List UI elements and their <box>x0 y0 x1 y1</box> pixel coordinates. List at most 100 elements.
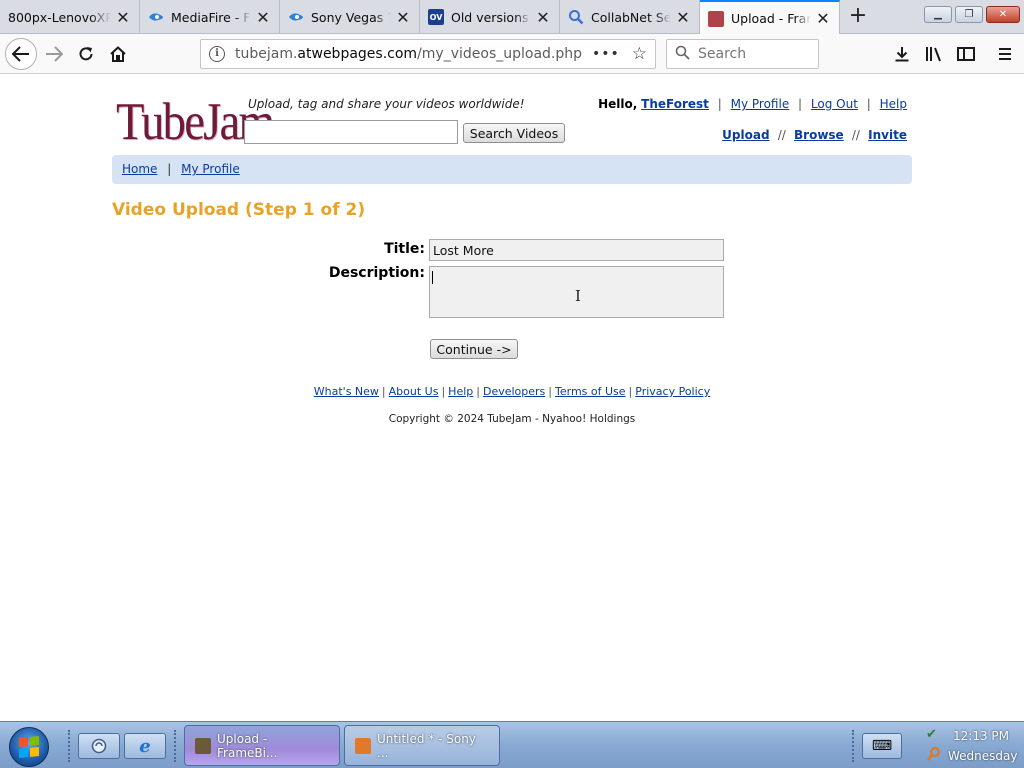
tab-label: Old versions of <box>451 9 531 25</box>
taskbar-item-label: Untitled * - Sony ... <box>377 731 476 760</box>
description-label: Description: <box>328 265 425 281</box>
username-link[interactable]: TheForest <box>641 97 709 111</box>
tab-label: CollabNet Sear <box>591 9 671 25</box>
framebit-icon <box>195 737 211 754</box>
url-text[interactable]: tubejam.atwebpages.com/my_videos_upload.… <box>235 46 592 62</box>
my-profile-link[interactable]: My Profile <box>731 97 790 111</box>
back-arrow-icon[interactable] <box>5 38 37 70</box>
separator: | <box>548 385 552 398</box>
separator: | <box>381 385 386 398</box>
tab-close-icon[interactable]: ✕ <box>675 8 691 27</box>
separator: | <box>441 385 446 398</box>
home-icon[interactable] <box>104 40 132 68</box>
url-bar[interactable]: i tubejam.atwebpages.com/my_videos_uploa… <box>200 39 656 69</box>
toolbar-grip[interactable] <box>852 730 856 762</box>
tab-label: 800px-LenovoXP7_ <box>8 9 111 25</box>
page-actions-ellipsis-icon[interactable]: ••• <box>592 46 620 62</box>
separator: | <box>167 162 172 176</box>
privacy-link[interactable]: Privacy Policy <box>635 385 710 398</box>
oldversion-icon: OV <box>428 9 444 25</box>
windows-logo-icon <box>19 735 39 759</box>
tab-upload-active[interactable]: Upload - Frame ✕ <box>700 0 840 35</box>
developers-link[interactable]: Developers <box>483 385 545 398</box>
mediafire-icon <box>288 9 304 25</box>
continue-button[interactable]: Continue -> <box>430 339 518 359</box>
taskbar-item-firefox[interactable]: Upload - FrameBi... <box>184 725 340 766</box>
url-subdomain: tubejam. <box>235 46 298 62</box>
copyright-text: Copyright © 2024 TubeJam - Nyahoo! Holdi… <box>388 413 636 425</box>
search-icon <box>675 45 690 64</box>
tab-close-icon[interactable]: ✕ <box>115 8 131 27</box>
whats-new-link[interactable]: What's New <box>314 385 379 398</box>
tab-close-icon[interactable]: ✕ <box>535 8 551 27</box>
url-path: /my_videos_upload.php <box>417 46 583 62</box>
video-search-input[interactable] <box>244 120 458 144</box>
library-icon[interactable] <box>920 40 948 68</box>
about-us-link[interactable]: About Us <box>389 385 439 398</box>
vegas-icon <box>355 737 371 754</box>
tab-close-icon[interactable]: ✕ <box>815 9 831 28</box>
upload-link[interactable]: Upload <box>722 128 769 142</box>
footer-help-link[interactable]: Help <box>448 385 473 398</box>
text-caret <box>432 271 433 284</box>
sidebar-toggle-icon[interactable] <box>952 40 980 68</box>
internet-explorer-icon[interactable]: e <box>124 733 166 759</box>
help-link[interactable]: Help <box>880 97 907 111</box>
greeting-text: Hello, <box>598 97 638 111</box>
forward-arrow-icon[interactable] <box>40 40 68 68</box>
downloads-icon[interactable] <box>888 40 916 68</box>
site-tagline: Upload, tag and share your videos worldw… <box>248 97 525 111</box>
clock-day: Wednesday <box>948 749 1018 763</box>
system-clock[interactable]: 12:13 PM Wednesday <box>948 726 1018 766</box>
browser-search-input[interactable] <box>698 46 798 62</box>
separator: // <box>777 128 786 142</box>
info-icon[interactable]: i <box>209 46 225 62</box>
show-desktop-icon[interactable] <box>78 733 120 759</box>
keyboard-icon[interactable]: ⌨ <box>862 733 902 759</box>
tab-close-icon[interactable]: ✕ <box>255 8 271 27</box>
bookmark-star-icon[interactable]: ☆ <box>632 44 647 64</box>
tab-mediafire[interactable]: MediaFire - File ✕ <box>140 0 280 34</box>
breadcrumb-home-link[interactable]: Home <box>122 162 157 176</box>
navigation-toolbar: i tubejam.atwebpages.com/my_videos_uploa… <box>0 34 1024 74</box>
terms-link[interactable]: Terms of Use <box>555 385 626 398</box>
tab-collabnet[interactable]: CollabNet Sear ✕ <box>560 0 700 34</box>
separator: | <box>866 97 871 111</box>
toolbar-grip[interactable] <box>68 730 72 762</box>
taskbar-item-label: Upload - FrameBi... <box>217 731 278 760</box>
page-title: Video Upload (Step 1 of 2) <box>112 200 366 220</box>
framebit-icon <box>708 10 724 27</box>
window-close-icon[interactable]: ✕ <box>986 6 1020 23</box>
tab-label: MediaFire - File <box>171 9 251 25</box>
search-videos-button[interactable]: Search Videos <box>463 123 565 143</box>
search-tray-icon[interactable] <box>926 746 942 762</box>
breadcrumb: Home | My Profile <box>112 155 912 184</box>
log-out-link[interactable]: Log Out <box>811 97 858 111</box>
system-tray: ✔ <box>926 727 944 762</box>
network-icon[interactable]: ✔ <box>926 727 942 743</box>
toolbar-grip[interactable] <box>174 730 178 762</box>
invite-link[interactable]: Invite <box>868 128 907 142</box>
hamburger-menu-icon[interactable] <box>991 40 1019 68</box>
site-actions: Upload // Browse // Invite <box>722 128 907 142</box>
separator: // <box>851 128 860 142</box>
taskbar-item-sony-vegas[interactable]: Untitled * - Sony ... <box>344 725 500 766</box>
title-label: Title: <box>384 241 425 257</box>
magnifier-icon <box>568 9 584 25</box>
new-tab-plus-icon[interactable]: + <box>846 4 870 28</box>
breadcrumb-profile-link[interactable]: My Profile <box>181 162 240 176</box>
reload-icon[interactable] <box>72 40 100 68</box>
title-input[interactable] <box>429 239 724 261</box>
start-button[interactable] <box>9 727 49 767</box>
tab-sony-vegas[interactable]: Sony Vegas 7.0 ✕ <box>280 0 420 34</box>
separator: | <box>628 385 633 398</box>
tab-close-icon[interactable]: ✕ <box>395 8 411 27</box>
minimize-icon[interactable]: ▁ <box>924 6 952 23</box>
browser-search-bar[interactable] <box>666 39 819 69</box>
mediafire-icon <box>148 9 164 25</box>
clock-time: 12:13 PM <box>953 729 1009 743</box>
tab-old-versions[interactable]: OV Old versions of ✕ <box>420 0 560 34</box>
tab-lenovo-image[interactable]: 800px-LenovoXP7_ ✕ <box>0 0 140 34</box>
restore-icon[interactable]: ❐ <box>955 6 983 23</box>
browse-link[interactable]: Browse <box>794 128 844 142</box>
